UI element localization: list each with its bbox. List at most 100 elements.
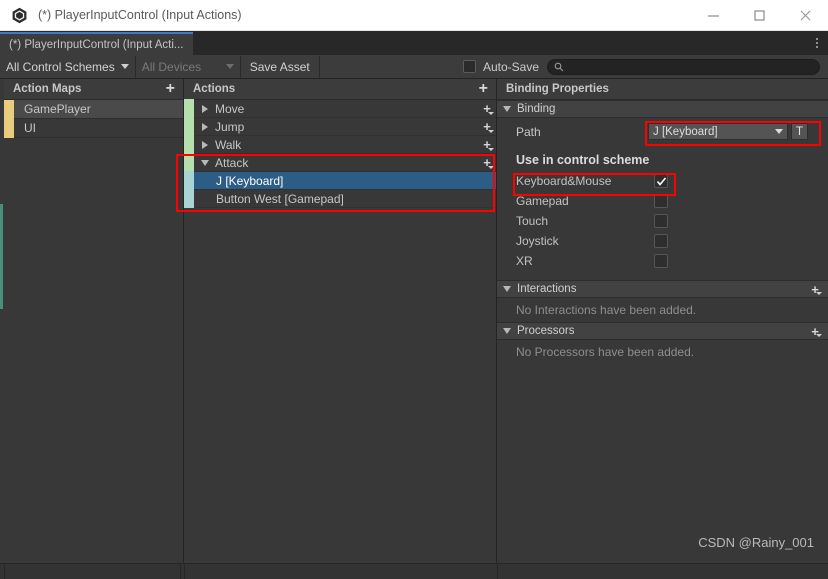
collapse-arrow-icon [503, 106, 511, 112]
close-button[interactable] [782, 0, 828, 31]
action-label: Attack [215, 155, 249, 170]
use-in-control-scheme-title: Use in control scheme [516, 153, 650, 167]
binding-properties-header: Binding Properties [497, 79, 828, 100]
actions-title: Actions [193, 83, 236, 95]
expand-arrow-icon[interactable] [198, 140, 212, 149]
action-label: Walk [215, 137, 242, 152]
add-binding-button[interactable]: + [478, 136, 496, 154]
expand-arrow-icon[interactable] [198, 122, 212, 131]
binding-properties-title: Binding Properties [506, 83, 609, 95]
color-swatch-icon [184, 117, 194, 136]
collapse-arrow-icon[interactable] [198, 159, 212, 166]
interactions-section-header[interactable]: Interactions + [497, 280, 828, 298]
add-binding-button[interactable]: + [478, 118, 496, 136]
color-swatch-icon [184, 99, 194, 118]
maximize-button[interactable] [736, 0, 782, 31]
binding-row-j-keyboard[interactable]: J [Keyboard] [184, 171, 496, 190]
edge-accent-marker [0, 204, 3, 309]
expand-arrow-icon[interactable] [198, 104, 212, 113]
color-swatch-icon [4, 99, 14, 119]
add-action-button[interactable]: + [479, 81, 490, 97]
scheme-row-joystick[interactable]: Joystick [497, 231, 828, 251]
binding-properties-panel: Binding Properties Binding Path J [Keybo… [497, 79, 828, 563]
chevron-down-icon [225, 64, 234, 69]
action-maps-panel: Action Maps + GamePlayer UI [4, 79, 184, 563]
devices-dropdown[interactable]: All Devices [136, 55, 241, 78]
control-schemes-label: All Control Schemes [6, 59, 115, 74]
add-binding-button[interactable]: + [478, 100, 496, 118]
devices-label: All Devices [141, 59, 202, 74]
action-row-attack[interactable]: Attack + [184, 153, 496, 172]
scheme-row-xr[interactable]: XR [497, 251, 828, 271]
action-maps-header: Action Maps + [4, 79, 183, 100]
control-schemes-dropdown[interactable]: All Control Schemes [0, 55, 136, 78]
scheme-checkbox-touch[interactable] [654, 214, 668, 228]
tab-strip: (*) PlayerInputControl (Input Acti... [0, 31, 828, 55]
unity-input-actions-window: (*) PlayerInputControl (Input Actions) (… [0, 0, 828, 579]
action-map-label: UI [24, 121, 36, 135]
left-edge-strip [0, 79, 4, 563]
scheme-row-keyboard-mouse[interactable]: Keyboard&Mouse [497, 171, 828, 191]
tab-label: (*) PlayerInputControl (Input Acti... [9, 38, 184, 51]
processors-section-label: Processors [517, 325, 575, 337]
add-binding-button[interactable]: + [478, 154, 496, 172]
binding-section-label: Binding [517, 103, 556, 115]
actions-empty-area [184, 208, 496, 563]
unity-logo-icon [4, 0, 34, 31]
tab-player-input-control[interactable]: (*) PlayerInputControl (Input Acti... [0, 32, 193, 55]
save-asset-label: Save Asset [249, 59, 310, 74]
binding-row-button-west-gamepad[interactable]: Button West [Gamepad] [184, 189, 496, 208]
auto-save-toggle[interactable]: Auto-Save [462, 59, 547, 74]
action-maps-title: Action Maps [13, 83, 82, 95]
scheme-checkbox-joystick[interactable] [654, 234, 668, 248]
action-map-row-ui[interactable]: UI [4, 118, 183, 138]
binding-label: Button West [Gamepad] [216, 191, 344, 206]
chevron-down-icon [775, 129, 783, 134]
path-dropdown[interactable]: J [Keyboard] [648, 123, 788, 140]
kebab-menu-icon[interactable] [806, 31, 828, 55]
scheme-label: Joystick [516, 234, 559, 248]
path-text-mode-button[interactable]: T [791, 123, 808, 140]
chevron-down-icon [120, 64, 129, 69]
action-row-jump[interactable]: Jump + [184, 117, 496, 136]
scheme-checkbox-gamepad[interactable] [654, 194, 668, 208]
window-titlebar: (*) PlayerInputControl (Input Actions) [0, 0, 828, 31]
binding-section-header[interactable]: Binding [497, 100, 828, 118]
scheme-row-touch[interactable]: Touch [497, 211, 828, 231]
path-value: J [Keyboard] [653, 125, 718, 138]
color-swatch-icon [184, 153, 194, 172]
path-property-row: Path J [Keyboard] T [497, 118, 828, 145]
action-map-row-gameplayer[interactable]: GamePlayer [4, 99, 183, 119]
window-bottom-bar [0, 563, 828, 579]
scheme-label: Keyboard&Mouse [516, 174, 612, 188]
actions-header: Actions + [184, 79, 496, 100]
color-swatch-icon [4, 118, 14, 138]
interactions-section-label: Interactions [517, 283, 577, 295]
add-processor-button[interactable]: + [806, 322, 824, 340]
minimize-button[interactable] [690, 0, 736, 31]
auto-save-label: Auto-Save [482, 59, 539, 74]
action-map-label: GamePlayer [24, 102, 91, 116]
scheme-label: Gamepad [516, 194, 569, 208]
processors-section-header[interactable]: Processors + [497, 322, 828, 340]
processors-empty-note: No Processors have been added. [516, 345, 695, 359]
action-maps-empty-area [4, 138, 183, 563]
watermark-text: CSDN @Rainy_001 [698, 535, 814, 550]
collapse-arrow-icon [503, 286, 511, 292]
add-interaction-button[interactable]: + [806, 280, 824, 298]
window-title: (*) PlayerInputControl (Input Actions) [38, 8, 242, 22]
check-icon [656, 176, 666, 186]
search-input[interactable] [547, 58, 820, 75]
save-asset-button[interactable]: Save Asset [241, 55, 320, 78]
scheme-row-gamepad[interactable]: Gamepad [497, 191, 828, 211]
editor-body: Action Maps + GamePlayer UI Actions + Mo… [0, 79, 828, 563]
auto-save-checkbox[interactable] [462, 60, 476, 73]
action-row-move[interactable]: Move + [184, 99, 496, 118]
action-row-walk[interactable]: Walk + [184, 135, 496, 154]
scheme-label: XR [516, 254, 533, 268]
scheme-checkbox-xr[interactable] [654, 254, 668, 268]
properties-empty-area [497, 364, 828, 563]
add-action-map-button[interactable]: + [166, 81, 177, 97]
color-swatch-icon [184, 189, 194, 208]
scheme-checkbox-keyboard-mouse[interactable] [654, 174, 668, 188]
